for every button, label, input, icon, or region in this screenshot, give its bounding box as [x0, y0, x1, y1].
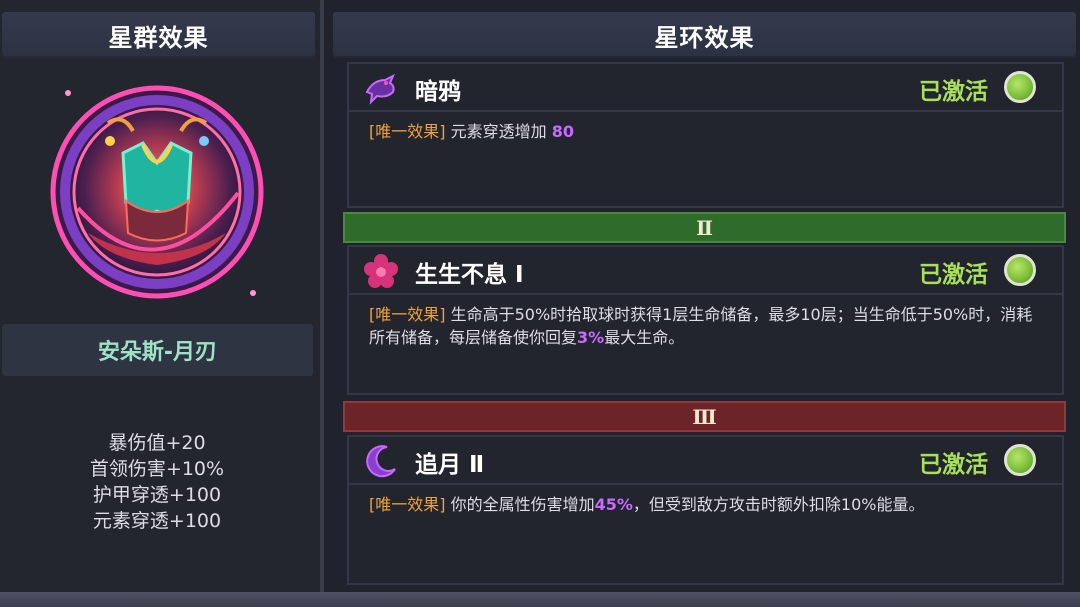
unique-effect-tag: [唯一效果] [369, 495, 446, 514]
card-status-active: 已激活 [919, 452, 988, 478]
tier-divider-3: Ⅲ [343, 401, 1066, 432]
description-text: 生命高于50%时拾取球时获得1层生命储备，最多10层；当生命低于50%时，消耗所… [369, 305, 1033, 347]
crow-icon [363, 70, 399, 106]
active-indicator-icon [1004, 254, 1036, 286]
card-header: 暗鸦 已激活 [349, 64, 1062, 112]
description-highlight: 45% [594, 495, 633, 514]
card-status-active: 已激活 [919, 262, 988, 288]
constellation-name: 安朵斯-月刃 [2, 324, 313, 376]
description-text-end: ，但受到敌方攻击时额外扣除10%能量。 [632, 495, 925, 514]
card-title: 追月 Ⅱ [415, 452, 485, 478]
active-indicator-icon [1004, 71, 1036, 103]
description-text-end: 最大生命。 [604, 328, 685, 347]
unique-effect-tag: [唯一效果] [369, 122, 446, 141]
unique-effect-tag: [唯一效果] [369, 305, 446, 324]
card-header: 生生不息 Ⅰ 已激活 [349, 247, 1062, 295]
card-description: [唯一效果] 你的全属性伤害增加45%，但受到敌方攻击时额外扣除10%能量。 [369, 493, 1044, 516]
stat-crit-damage: 暴伤值+20 [108, 432, 206, 454]
bottom-bar [0, 592, 1080, 607]
description-text: 你的全属性伤害增加 [445, 495, 595, 514]
stat-armor-penetration: 护甲穿透+100 [92, 484, 222, 506]
ring-card-dark-crow[interactable]: 暗鸦 已激活 [唯一效果] 元素穿透增加 80 [347, 62, 1064, 208]
card-header: 追月 Ⅱ 已激活 [349, 437, 1062, 485]
ring-card-chasing-moon[interactable]: 追月 Ⅱ 已激活 [唯一效果] 你的全属性伤害增加45%，但受到敌方攻击时额外扣… [347, 435, 1064, 585]
panel-divider [320, 0, 324, 592]
card-description: [唯一效果] 生命高于50%时拾取球时获得1层生命储备，最多10层；当生命低于5… [369, 303, 1044, 349]
description-text: 元素穿透增加 [445, 122, 552, 141]
description-highlight: 80 [551, 122, 574, 141]
card-title: 生生不息 Ⅰ [415, 262, 524, 288]
tier-divider-2: Ⅱ [343, 212, 1066, 243]
card-status-active: 已激活 [919, 79, 988, 105]
stat-boss-damage: 首领伤害+10% [89, 458, 225, 480]
constellation-stats-list: 暴伤值+20 首领伤害+10% 护甲穿透+100 元素穿透+100 [0, 430, 314, 534]
ring-effect-header: 星环效果 [333, 12, 1076, 58]
description-highlight: 3% [577, 328, 605, 347]
active-indicator-icon [1004, 444, 1036, 476]
constellation-effect-header: 星群效果 [2, 12, 315, 58]
stat-elemental-penetration: 元素穿透+100 [92, 510, 222, 532]
crescent-moon-icon [363, 443, 399, 479]
card-title: 暗鸦 [415, 79, 461, 105]
constellation-emblem-icon[interactable] [48, 83, 266, 301]
flower-icon [363, 253, 399, 289]
ring-card-endless-life[interactable]: 生生不息 Ⅰ 已激活 [唯一效果] 生命高于50%时拾取球时获得1层生命储备，最… [347, 245, 1064, 395]
card-description: [唯一效果] 元素穿透增加 80 [369, 120, 1044, 143]
